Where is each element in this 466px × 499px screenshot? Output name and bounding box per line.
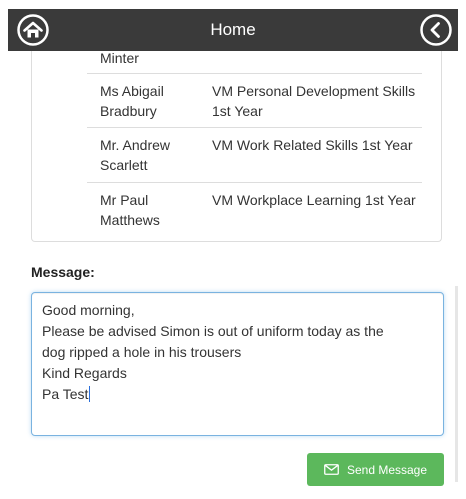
page-title: Home xyxy=(210,20,256,39)
teachers-panel: Minter Ms Abigail Bradbury VM Personal D… xyxy=(31,30,442,242)
message-line: Kind Regards xyxy=(42,365,127,381)
teacher-name: Mr Paul Matthews xyxy=(100,192,160,228)
row-divider xyxy=(87,73,422,74)
row-divider xyxy=(87,182,422,183)
subject-name: VM Work Related Skills 1st Year xyxy=(212,137,413,153)
message-line: dog ripped a hole in his trousers xyxy=(42,344,242,360)
scrollbar[interactable] xyxy=(455,286,458,482)
send-message-label: Send Message xyxy=(346,462,428,477)
send-message-button[interactable]: Send Message xyxy=(307,453,444,486)
row-divider xyxy=(87,127,422,128)
message-label: Message: xyxy=(31,264,95,280)
text-caret xyxy=(89,386,91,402)
back-button[interactable] xyxy=(420,14,452,46)
teacher-name: Ms Abigail Bradbury xyxy=(100,83,164,119)
back-chevron-icon xyxy=(420,14,452,46)
message-line: Good morning, xyxy=(42,302,135,318)
teacher-name: Minter xyxy=(100,50,139,66)
subject-name: VM Personal Development Skills 1st Year xyxy=(212,83,416,119)
envelope-icon xyxy=(324,464,339,475)
subject-name: VM Workplace Learning 1st Year xyxy=(212,192,416,208)
nav-bar: Home xyxy=(8,9,458,51)
teacher-name: Mr. Andrew Scarlett xyxy=(100,137,171,173)
message-line: Pa Test xyxy=(42,386,89,402)
message-textarea[interactable]: Good morning, Please be advised Simon is… xyxy=(31,292,444,436)
message-line: Please be advised Simon is out of unifor… xyxy=(42,323,384,339)
